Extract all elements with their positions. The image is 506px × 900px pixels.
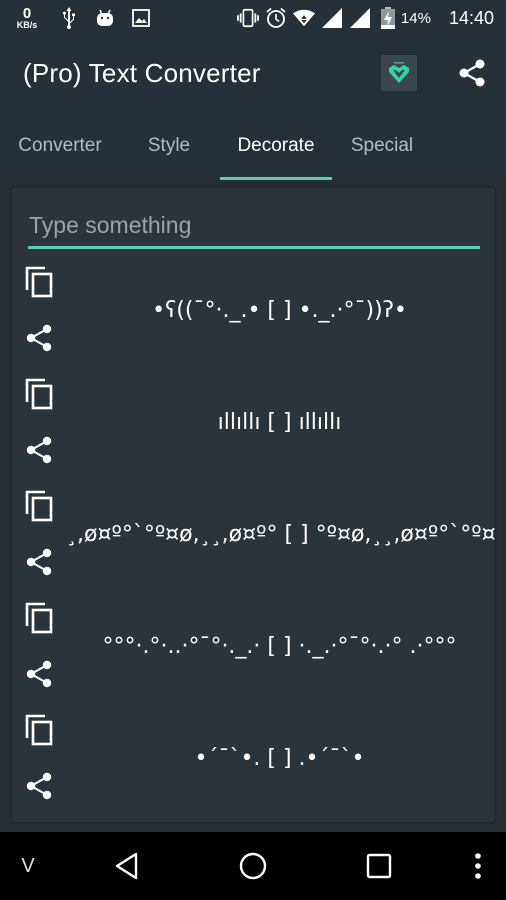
copy-icon (25, 490, 53, 522)
text-input[interactable] (28, 208, 480, 246)
text-input-wrapper (28, 208, 480, 249)
decoration-row: °°°·.°·..·°¯°·._.· [ ] ·._.·°¯°·.·° .·°°… (12, 601, 495, 713)
more-vert-icon (475, 853, 481, 879)
home-button[interactable] (226, 832, 280, 900)
signal-icon (349, 7, 371, 29)
tab-converter[interactable]: Converter (0, 112, 120, 180)
copy-button[interactable] (24, 713, 54, 747)
copy-icon (25, 602, 53, 634)
share-icon (26, 436, 52, 464)
network-speed: 0 KB/s (12, 4, 42, 30)
share-button[interactable] (24, 769, 54, 803)
network-speed-value: 0 (22, 4, 32, 22)
share-button[interactable] (24, 657, 54, 691)
copy-button[interactable] (24, 601, 54, 635)
decoration-text: •ʕ((¯°·._.• [ ] •._.·°¯))ʔ• (152, 297, 407, 323)
tab-bar: Converter Style Decorate Special (0, 112, 506, 180)
share-button[interactable] (24, 321, 54, 355)
signal-icon (321, 7, 343, 29)
share-button[interactable] (24, 545, 54, 579)
share-icon (26, 324, 52, 352)
battery-charging-icon (377, 7, 399, 29)
wifi-icon (292, 7, 315, 29)
copy-icon (25, 714, 53, 746)
recents-button[interactable] (352, 832, 406, 900)
app-bar: (Pro) Text Converter (0, 36, 506, 112)
share-app-button[interactable] (455, 56, 489, 90)
back-button[interactable] (100, 832, 154, 900)
copy-button[interactable] (24, 377, 54, 411)
copy-icon (25, 378, 53, 410)
share-icon (26, 772, 52, 800)
heart-gem-logo-icon[interactable] (381, 55, 417, 91)
decoration-text: •´¯`•. [ ] .•´¯`• (194, 745, 365, 771)
content-area: •ʕ((¯°·._.• [ ] •._.·°¯))ʔ• ıllıllı [ ] … (0, 180, 506, 832)
decoration-row: •´¯`•. [ ] .•´¯`• (12, 713, 495, 825)
decorate-card: •ʕ((¯°·._.• [ ] •._.·°¯))ʔ• ıllıllı [ ] … (12, 188, 495, 822)
share-icon (26, 548, 52, 576)
share-button[interactable] (24, 433, 54, 467)
overflow-menu-button[interactable] (462, 832, 494, 900)
image-icon (130, 7, 152, 29)
decoration-row: ¸,ø¤º°`°º¤ø,¸¸,ø¤º° [ ] °º¤ø,¸¸,ø¤º°`°º¤… (12, 489, 495, 601)
share-icon (459, 59, 485, 87)
vibrate-icon (236, 7, 259, 29)
app-title: (Pro) Text Converter (23, 58, 261, 88)
home-icon (239, 852, 267, 880)
recents-icon (366, 853, 392, 879)
android-icon (94, 7, 116, 29)
decoration-text: ıllıllı [ ] ıllıllı (217, 409, 342, 435)
input-underline (28, 246, 480, 249)
decoration-row: •ʕ((¯°·._.• [ ] •._.·°¯))ʔ• (12, 265, 495, 377)
network-speed-unit: KB/s (16, 19, 38, 30)
back-icon (115, 852, 138, 880)
navigation-bar: V (0, 832, 506, 900)
status-bar: 0 KB/s 14% 14:40 (0, 0, 506, 36)
copy-icon (25, 266, 53, 298)
clock: 14:40 (448, 7, 494, 28)
tab-decorate[interactable]: Decorate (220, 112, 332, 180)
alarm-icon (265, 7, 287, 29)
copy-button[interactable] (24, 489, 54, 523)
decoration-text: ¸,ø¤º°`°º¤ø,¸¸,ø¤º° [ ] °º¤ø,¸¸,ø¤º°`°º¤… (66, 521, 495, 547)
usb-icon (58, 7, 80, 29)
decoration-row: ıllıllı [ ] ıllıllı (12, 377, 495, 489)
keyboard-toggle-button[interactable]: V (10, 832, 46, 900)
share-icon (26, 660, 52, 688)
tab-style[interactable]: Style (120, 112, 218, 180)
battery-percent: 14% (400, 9, 431, 27)
decoration-text: °°°·.°·..·°¯°·._.· [ ] ·._.·°¯°·.·° .·°°… (102, 633, 457, 659)
copy-button[interactable] (24, 265, 54, 299)
tab-special[interactable]: Special (332, 112, 432, 180)
